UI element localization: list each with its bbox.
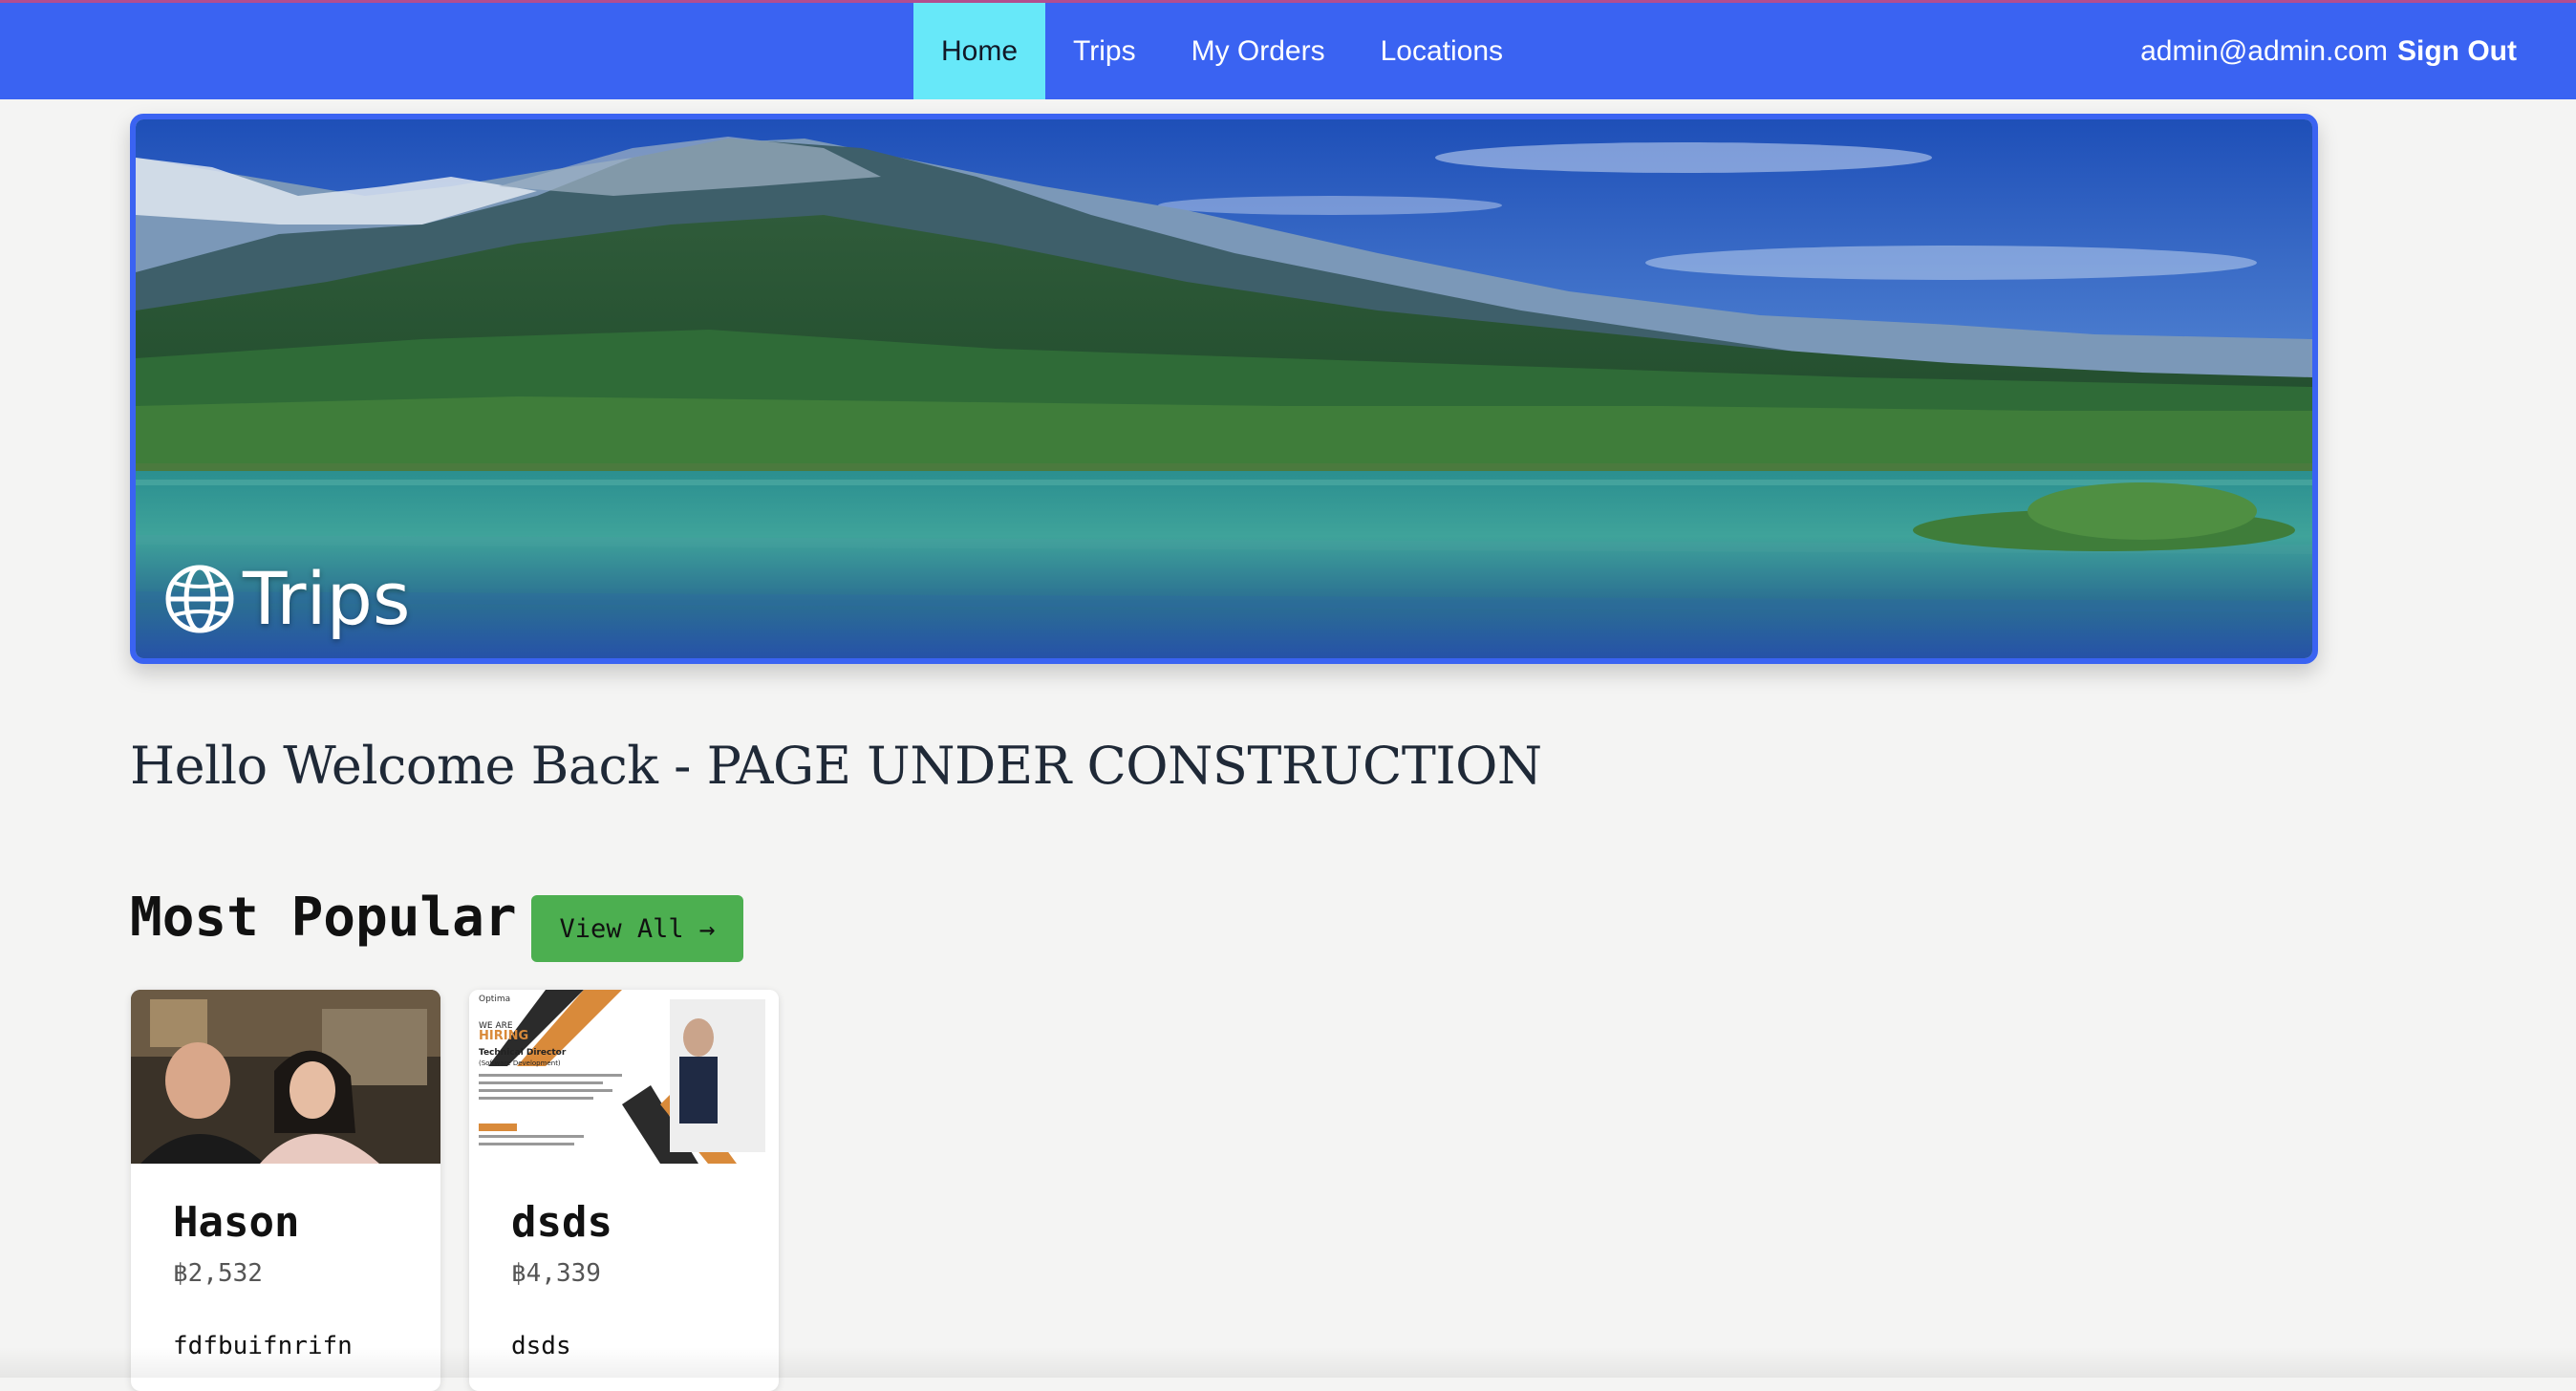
nav-link-my-orders[interactable]: My Orders (1164, 3, 1353, 99)
trip-card-description: fdfbuifnrifn (173, 1332, 353, 1360)
trip-card-name: Hason (173, 1198, 300, 1247)
poster-line4: (Software Development) (479, 1059, 561, 1067)
poster-brand: Optima (479, 995, 510, 1004)
most-popular-heading: Most Popular (130, 887, 517, 949)
trip-card-price: ฿4,339 (511, 1259, 601, 1288)
view-all-label: View All (559, 913, 684, 944)
nav-link-home[interactable]: Home (913, 3, 1046, 99)
hero-title-text: Trips (243, 556, 411, 641)
hero-banner: Trips (130, 114, 2318, 664)
trip-card-price: ฿2,532 (173, 1259, 263, 1288)
arrow-right-icon: → (698, 912, 716, 945)
nav-links: Home Trips My Orders Locations (913, 3, 1531, 99)
trip-card[interactable]: Hason ฿2,532 fdfbuifnrifn (131, 990, 440, 1391)
trip-card[interactable]: Optima WE ARE HIRING Technical Director … (469, 990, 779, 1391)
trip-card-image (131, 990, 440, 1164)
welcome-heading: Hello Welcome Back - PAGE UNDER CONSTRUC… (130, 736, 1542, 796)
globe-icon (165, 565, 234, 633)
hero-landscape-image (136, 119, 2312, 658)
nav-link-trips[interactable]: Trips (1045, 3, 1164, 99)
top-navbar: Home Trips My Orders Locations admin@adm… (0, 0, 2576, 99)
poster-line2: HIRING (479, 1029, 528, 1043)
trip-card-name: dsds (511, 1198, 612, 1247)
view-all-button[interactable]: View All → (531, 895, 743, 962)
poster-line3: Technical Director (479, 1048, 567, 1058)
trip-card-description: dsds (511, 1332, 571, 1360)
user-email: admin@admin.com (2140, 34, 2389, 67)
trip-card-image: Optima WE ARE HIRING Technical Director … (469, 990, 779, 1164)
sign-out-link[interactable]: Sign Out (2397, 35, 2517, 68)
user-area: admin@admin.com Sign Out (2140, 3, 2517, 99)
hero-title: Trips (164, 551, 410, 647)
nav-link-locations[interactable]: Locations (1353, 3, 1531, 99)
